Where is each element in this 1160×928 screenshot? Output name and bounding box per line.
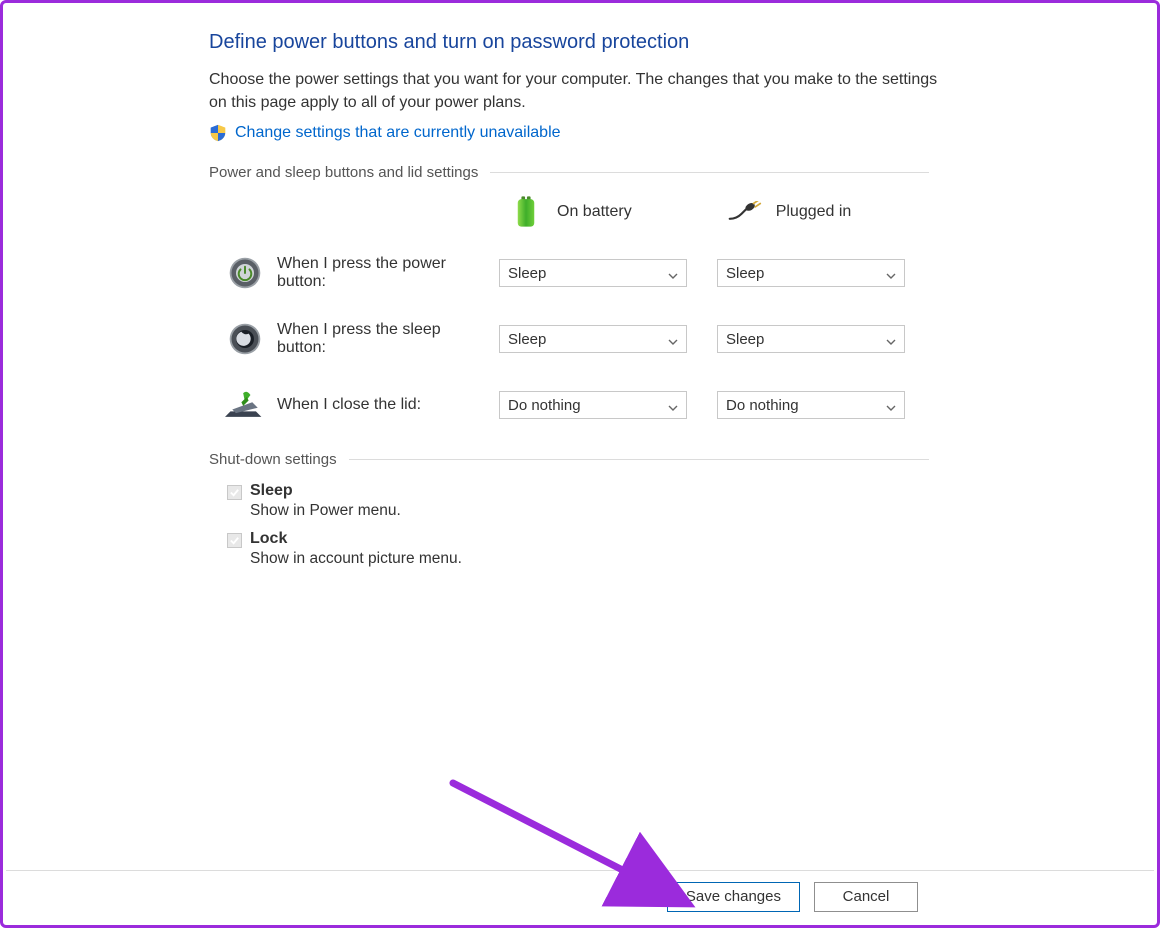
chevron-down-icon bbox=[668, 334, 678, 344]
col-header-plugged: Plugged in bbox=[728, 195, 852, 229]
chevron-down-icon bbox=[886, 268, 896, 278]
chevron-down-icon bbox=[886, 400, 896, 410]
chevron-down-icon bbox=[886, 334, 896, 344]
power-section-header: Power and sleep buttons and lid settings bbox=[209, 164, 929, 181]
power-battery-select[interactable]: Sleep bbox=[499, 259, 687, 287]
col-header-battery: On battery bbox=[509, 195, 632, 229]
admin-settings-link[interactable]: Change settings that are currently unava… bbox=[209, 124, 1117, 142]
row-power-button: When I press the power button: Sleep Sle… bbox=[209, 253, 1117, 293]
footer-bar: Save changes Cancel bbox=[6, 870, 1154, 922]
power-button-icon bbox=[225, 253, 265, 293]
checkbox-icon bbox=[227, 485, 242, 500]
plug-icon bbox=[728, 195, 762, 229]
row-sleep-label: When I press the sleep button: bbox=[277, 321, 487, 357]
shutdown-section-header: Shut-down settings bbox=[209, 451, 929, 468]
col-battery-label: On battery bbox=[557, 203, 632, 221]
chevron-down-icon bbox=[668, 400, 678, 410]
row-sleep-button: When I press the sleep button: Sleep Sle… bbox=[209, 319, 1117, 359]
lid-battery-select[interactable]: Do nothing bbox=[499, 391, 687, 419]
lid-plugged-select[interactable]: Do nothing bbox=[717, 391, 905, 419]
cancel-button[interactable]: Cancel bbox=[814, 882, 918, 912]
sleep-battery-select[interactable]: Sleep bbox=[499, 325, 687, 353]
check-sleep-title: Sleep bbox=[250, 482, 293, 500]
battery-icon bbox=[509, 195, 543, 229]
chevron-down-icon bbox=[668, 268, 678, 278]
check-sleep-desc: Show in Power menu. bbox=[250, 502, 1117, 520]
row-power-label: When I press the power button: bbox=[277, 255, 487, 291]
checkbox-lock[interactable]: Lock bbox=[227, 530, 1117, 548]
checkbox-sleep[interactable]: Sleep bbox=[227, 482, 1117, 500]
col-plugged-label: Plugged in bbox=[776, 203, 852, 221]
admin-link-text[interactable]: Change settings that are currently unava… bbox=[235, 124, 561, 142]
save-button[interactable]: Save changes bbox=[667, 882, 800, 912]
row-lid-label: When I close the lid: bbox=[277, 396, 487, 414]
shutdown-section-label: Shut-down settings bbox=[209, 451, 337, 468]
sleep-button-icon bbox=[225, 319, 265, 359]
page-title: Define power buttons and turn on passwor… bbox=[209, 31, 1117, 54]
page-description: Choose the power settings that you want … bbox=[209, 68, 949, 114]
lid-icon bbox=[225, 385, 265, 425]
power-plugged-select[interactable]: Sleep bbox=[717, 259, 905, 287]
row-lid: When I close the lid: Do nothing Do noth… bbox=[209, 385, 1117, 425]
checkbox-icon bbox=[227, 533, 242, 548]
power-section-label: Power and sleep buttons and lid settings bbox=[209, 164, 478, 181]
check-lock-desc: Show in account picture menu. bbox=[250, 550, 1117, 568]
check-lock-title: Lock bbox=[250, 530, 287, 548]
shield-icon bbox=[209, 124, 227, 142]
sleep-plugged-select[interactable]: Sleep bbox=[717, 325, 905, 353]
